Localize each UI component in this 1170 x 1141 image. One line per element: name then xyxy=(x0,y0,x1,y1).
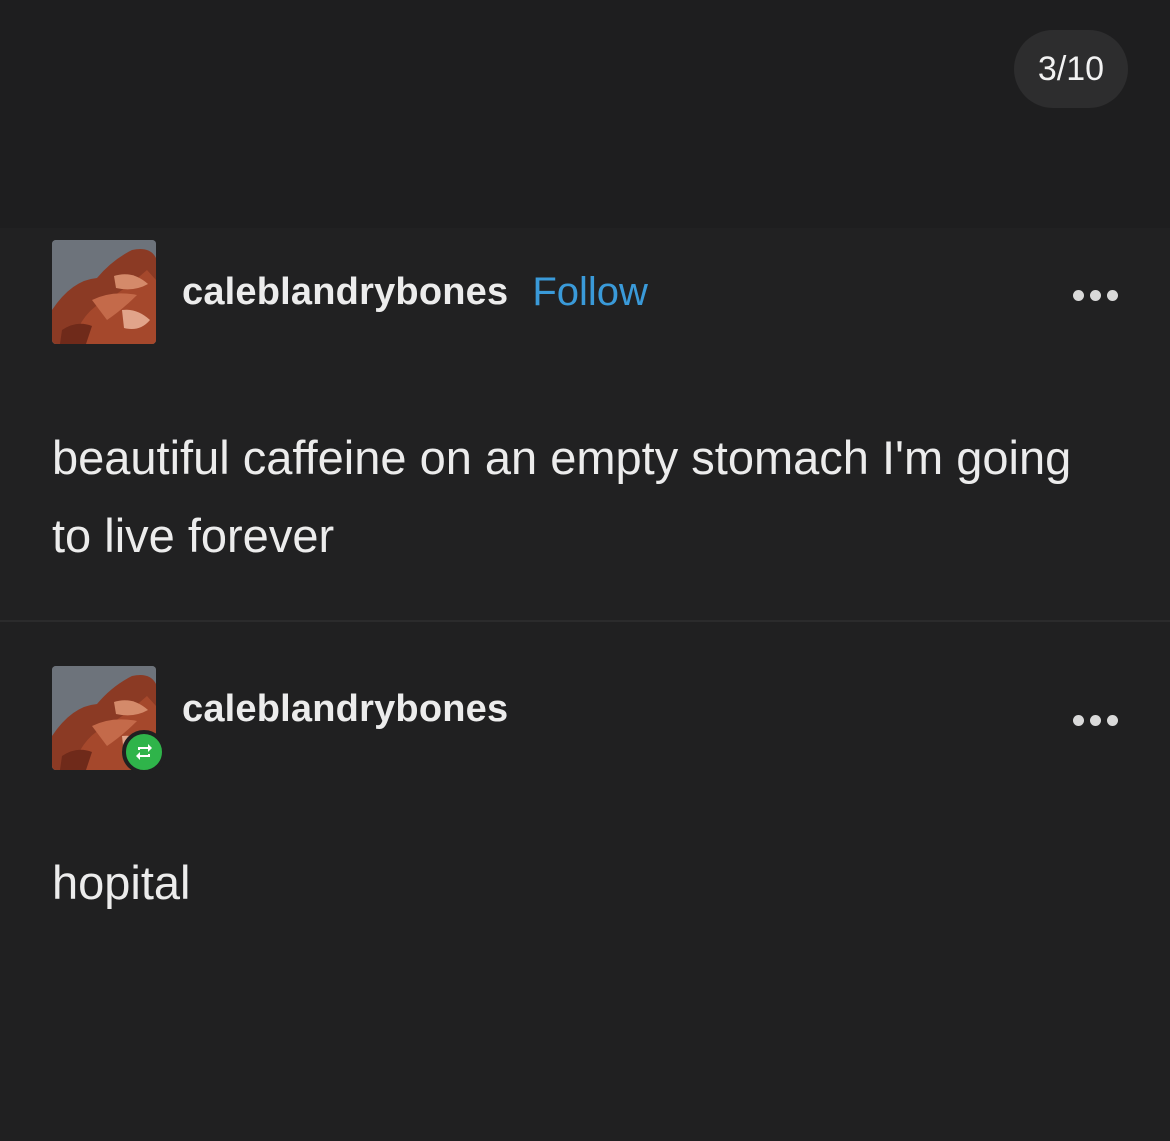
avatar[interactable] xyxy=(52,240,156,344)
post-header: caleblandrybones xyxy=(52,666,508,774)
post-header: caleblandrybones Follow xyxy=(52,240,648,344)
username[interactable]: caleblandrybones xyxy=(182,271,508,314)
dot xyxy=(1073,715,1084,726)
username[interactable]: caleblandrybones xyxy=(182,688,508,731)
reblog-icon xyxy=(122,730,166,774)
avatar-image xyxy=(52,240,156,344)
avatar-container xyxy=(52,666,166,774)
more-options-icon[interactable] xyxy=(1073,290,1118,301)
post-text: beautiful caffeine on an empty stomach I… xyxy=(52,431,1072,562)
dot xyxy=(1090,290,1101,301)
dot xyxy=(1090,715,1101,726)
follow-button[interactable]: Follow xyxy=(532,270,648,315)
dot xyxy=(1107,290,1118,301)
reblog-post: caleblandrybones hopital xyxy=(0,622,1170,1141)
dot xyxy=(1073,290,1084,301)
original-post: caleblandrybones Follow beautiful caffei… xyxy=(0,228,1170,620)
dot xyxy=(1107,715,1118,726)
post-text: hopital xyxy=(52,856,191,909)
more-options-icon[interactable] xyxy=(1073,715,1118,726)
reblog-arrows xyxy=(136,744,152,760)
page-counter: 3/10 xyxy=(1014,30,1128,108)
